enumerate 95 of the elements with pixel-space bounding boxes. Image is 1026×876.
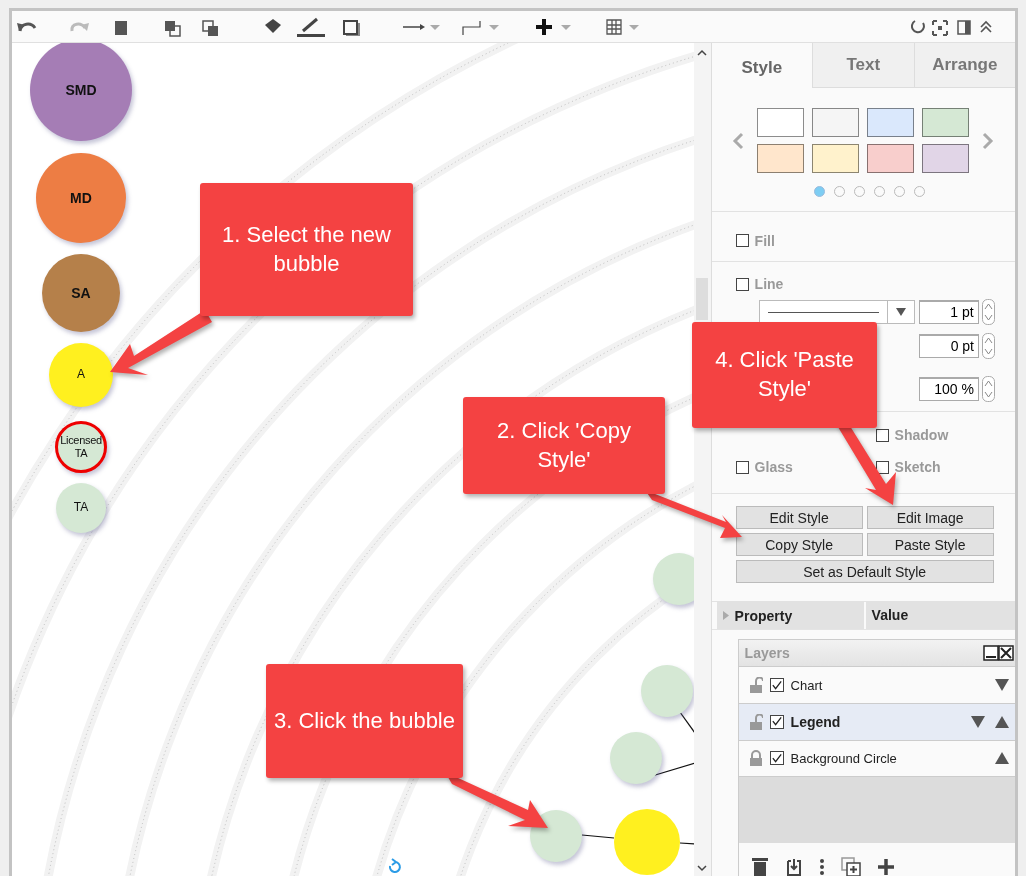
style-button[interactable]: Copy Style [735,533,863,556]
rotate-icon[interactable] [388,858,401,873]
layer-row[interactable]: Legend [738,704,1015,741]
layer-row[interactable]: Chart [738,667,1015,705]
legend-bubble[interactable]: A [49,343,113,407]
option-label: Sketch [894,459,941,475]
connector-line [679,842,694,845]
checkbox[interactable] [769,751,784,766]
style-button[interactable]: Edit Style [735,506,863,529]
page-dot[interactable] [873,186,885,197]
style-swatch[interactable] [867,144,915,173]
layers-title: Layers [744,645,790,662]
legend-bubble[interactable]: SMD [30,43,132,141]
shadow-icon[interactable] [343,19,360,36]
caret-icon [895,308,906,316]
layer-row[interactable]: Background Circle [738,740,1015,778]
spinner-icon[interactable] [982,376,995,402]
move-up-icon[interactable] [995,715,1009,728]
style-swatch[interactable] [867,108,915,137]
style-swatch[interactable] [812,144,860,173]
to-back-icon[interactable] [202,19,218,36]
page-dot[interactable] [813,186,825,197]
line-style-dropdown[interactable] [758,300,915,324]
column-header[interactable]: Property [716,602,864,629]
plus-icon[interactable] [534,16,571,37]
scroll-up-icon[interactable] [697,49,708,57]
move-down-icon[interactable] [995,679,1009,692]
undo-icon[interactable] [17,22,37,31]
checkbox[interactable] [875,428,889,442]
checkbox[interactable] [735,234,749,248]
line-color-icon[interactable] [297,17,325,37]
more-icon[interactable] [818,856,825,876]
waypoint-icon[interactable] [462,19,499,36]
layer-name: Chart [790,677,824,693]
to-front-icon[interactable] [165,20,181,37]
page-dot[interactable] [853,186,865,197]
column-header[interactable]: Value [865,602,1015,629]
move-down-icon[interactable] [971,715,985,728]
style-swatch[interactable] [922,108,970,137]
callout-box: 3. Click the bubble [266,664,463,778]
spinner-icon[interactable] [982,333,995,359]
collapse-icon[interactable] [980,20,992,33]
style-swatch[interactable] [812,108,860,137]
line-label: Line [754,276,784,292]
style-button[interactable]: Edit Image [866,506,994,529]
format-panel-icon[interactable] [957,19,971,35]
callout-box: 1. Select the new bubble [200,183,413,316]
spacing-field[interactable]: 0 pt [919,334,979,358]
line-width-field[interactable]: 1 pt [918,300,979,324]
close-icon[interactable] [998,645,1014,661]
trash-icon[interactable] [750,856,769,876]
chart-bubble[interactable] [530,810,582,862]
spinner-icon[interactable] [981,299,995,325]
legend-bubble[interactable]: MD [36,153,126,243]
style-button[interactable]: Set as Default Style [735,560,994,583]
style-swatch[interactable] [757,144,805,173]
connection-arrow-icon[interactable] [402,23,440,30]
style-swatch[interactable] [922,144,970,173]
page-dot[interactable] [913,186,925,197]
plus-icon[interactable] [876,856,895,876]
delete-icon[interactable] [115,20,127,35]
style-button[interactable]: Paste Style [866,533,994,556]
panel-tab[interactable]: Arrange [913,43,1015,88]
checkbox[interactable] [769,714,784,729]
style-swatch[interactable] [757,108,805,137]
lock-icon[interactable] [748,750,763,767]
callout-box: 4. Click 'Paste Style' [692,322,877,428]
reset-view-icon[interactable] [911,19,925,33]
lock-icon[interactable] [748,677,763,694]
move-selection-icon[interactable] [784,856,803,876]
panel-tab[interactable]: Text [812,43,914,88]
duplicate-icon[interactable] [840,856,861,876]
option-label: Shadow [894,427,949,443]
page-dot[interactable] [893,186,905,197]
checkbox[interactable] [735,460,749,474]
legend-bubble[interactable]: TA [56,483,106,533]
layer-name: Background Circle [790,750,898,766]
legend-bubble[interactable]: SA [42,254,120,332]
checkbox[interactable] [735,277,749,291]
page-dot[interactable] [833,186,845,197]
fill-color-icon[interactable] [265,18,281,33]
checkbox[interactable] [769,678,784,693]
column-header-label: Property [734,607,793,624]
callout-box: 2. Click 'Copy Style' [463,397,665,494]
layer-name: Legend [790,713,842,730]
fill-label: Fill [754,232,775,249]
minimize-icon[interactable] [983,645,999,661]
option-label: Glass [754,459,793,475]
legend-bubble[interactable]: Licensed TA [55,421,107,473]
fullscreen-icon[interactable] [932,19,948,36]
scroll-down-icon[interactable] [697,864,708,872]
opacity-field[interactable]: 100 % [919,377,979,401]
connector-line [581,834,615,839]
scrollbar-thumb[interactable] [695,278,708,320]
move-up-icon[interactable] [995,752,1009,765]
